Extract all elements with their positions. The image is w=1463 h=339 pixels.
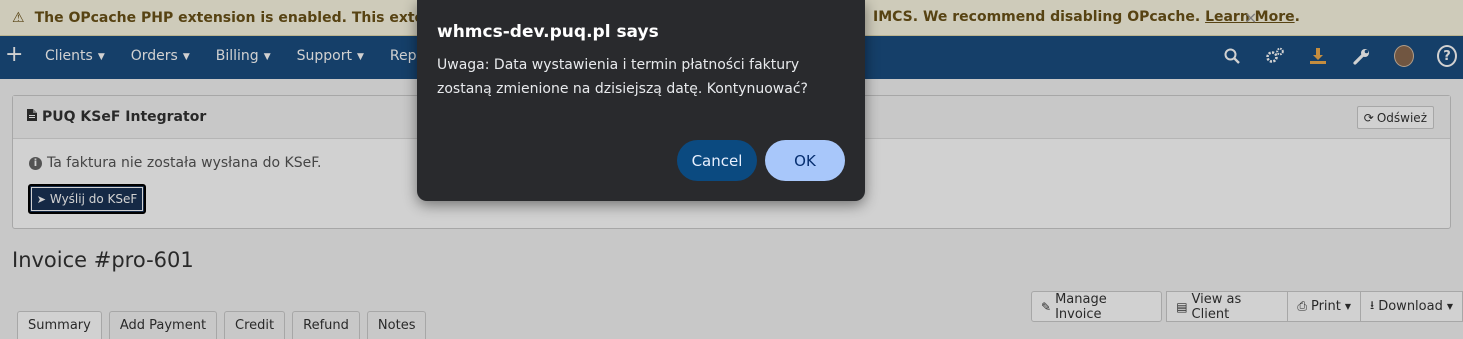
dialog-message: Uwaga: Data wystawienia i termin płatnoś…	[437, 57, 808, 97]
dialog-title: whmcs-dev.puq.pl says	[437, 22, 659, 42]
confirm-dialog: whmcs-dev.puq.pl says Uwaga: Data wystaw…	[417, 0, 865, 201]
ok-button[interactable]: OK	[765, 140, 845, 181]
cancel-button[interactable]: Cancel	[677, 140, 757, 181]
